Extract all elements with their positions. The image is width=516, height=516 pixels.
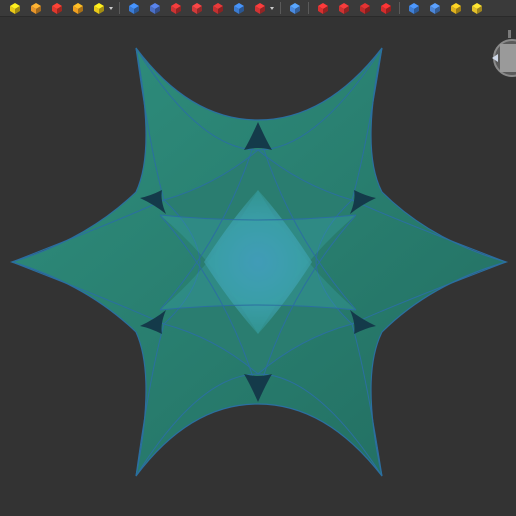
navigation-cube-icon[interactable]	[490, 24, 516, 80]
hexagonal-surface-model[interactable]	[0, 0, 516, 516]
